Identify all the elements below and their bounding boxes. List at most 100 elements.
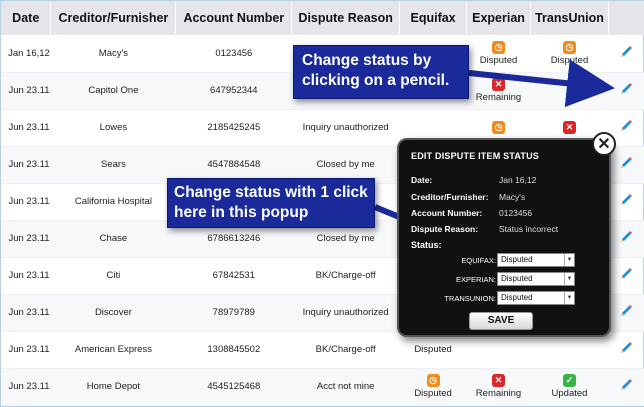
- date-cell: Jun 23.11: [1, 146, 51, 184]
- transunion-label: TRANSUNION:: [444, 294, 496, 303]
- creditor-cell: Citi: [50, 257, 176, 295]
- popup-callout: Change status with 1 click here in this …: [167, 178, 375, 228]
- close-icon[interactable]: ✕: [592, 132, 616, 156]
- experian-status-label: Disputed: [479, 54, 518, 66]
- clock-icon: ◷: [426, 374, 440, 387]
- popup-status-label: Status:: [411, 240, 442, 250]
- edit-cell: [608, 257, 644, 295]
- check-icon: ✓: [562, 374, 576, 387]
- experian-status-label: Remaining: [475, 388, 522, 399]
- experian-status-label: Remaining: [475, 92, 522, 103]
- transunion-cell: ◷ Disputed: [530, 35, 609, 73]
- clock-icon: ◷: [492, 40, 506, 54]
- transunion-status: ◷ Disputed: [550, 40, 589, 66]
- equifax-selected-value: Disputed: [501, 255, 533, 264]
- popup-date-value: Jan 16,12: [499, 175, 537, 185]
- account-number-cell: 78979789: [175, 294, 292, 332]
- popup-account-value: 0123456: [499, 208, 533, 218]
- experian-cell: ✕ Remaining: [466, 72, 531, 110]
- edit-cell: [608, 368, 644, 406]
- edit-cell: [608, 146, 644, 184]
- save-button[interactable]: SAVE: [469, 312, 533, 330]
- equifax-cell: ◷ Disputed: [399, 368, 467, 406]
- pencil-icon[interactable]: [618, 340, 634, 356]
- transunion-status-label: Disputed: [550, 54, 589, 66]
- pencil-icon[interactable]: [618, 118, 634, 134]
- account-number-cell: 4545125468: [175, 368, 292, 406]
- creditor-cell: California Hospital: [50, 183, 176, 221]
- transunion-status: ✕: [562, 121, 576, 134]
- transunion-selected-value: Disputed: [501, 293, 533, 302]
- transunion-status-select[interactable]: Disputed ▼: [497, 291, 575, 305]
- chevron-down-icon: ▼: [564, 292, 574, 304]
- clock-icon: ◷: [492, 121, 506, 134]
- equifax-status-label: Disputed: [414, 344, 452, 355]
- edit-status-popup: EDIT DISPUTE ITEM STATUS ✕ Date: Jan 16,…: [397, 132, 616, 337]
- date-cell: Jun 23.11: [1, 331, 51, 369]
- date-cell: Jan 16,12: [1, 35, 51, 73]
- pencil-icon[interactable]: [618, 155, 634, 171]
- date-cell: Jun 23.11: [1, 257, 51, 295]
- account-number-cell: 1308845502: [175, 331, 292, 369]
- dispute-app-frame: Date Creditor/Furnisher Account Number Disp…: [0, 0, 644, 407]
- date-cell: Jun 23.11: [1, 220, 51, 258]
- edit-cell: [608, 294, 644, 332]
- account-number-cell: 0123456: [175, 35, 292, 73]
- column-header-dispute-reason: Dispute Reason: [291, 1, 401, 35]
- experian-cell: ◷ Disputed: [466, 35, 531, 73]
- experian-status: ✕ Remaining: [476, 78, 521, 103]
- pencil-icon[interactable]: [618, 229, 634, 245]
- experian-status: ◷ Disputed: [479, 40, 518, 66]
- experian-selected-value: Disputed: [501, 274, 533, 283]
- popup-account-label: Account Number:: [411, 208, 483, 218]
- column-header-account-number: Account Number: [175, 1, 293, 35]
- equifax-status-row: EQUIFAX: Disputed ▼: [399, 253, 613, 269]
- popup-creditor-value: Macy's: [499, 192, 526, 202]
- pencil-icon[interactable]: [618, 44, 634, 60]
- equifax-status: ◷ Disputed: [414, 374, 452, 399]
- clock-icon: ◷: [562, 40, 576, 54]
- experian-status-select[interactable]: Disputed ▼: [497, 272, 575, 286]
- creditor-cell: Sears: [50, 146, 176, 184]
- creditor-cell: Macy's: [50, 35, 176, 73]
- experian-status: ◷: [492, 121, 506, 134]
- dispute-reason-cell: Inquiry unauthorized: [291, 294, 400, 332]
- popup-reason-label: Dispute Reason:: [411, 224, 479, 234]
- popup-creditor-label: Creditor/Furnisher:: [411, 192, 489, 202]
- dispute-reason-cell: BK/Charge-off: [291, 331, 400, 369]
- equifax-status-select[interactable]: Disputed ▼: [497, 253, 575, 267]
- column-header-creditor-furnisher: Creditor/Furnisher: [50, 1, 177, 35]
- date-cell: Jun 23.11: [1, 183, 51, 221]
- table-header-row: Date Creditor/Furnisher Account Number Disp…: [1, 1, 644, 35]
- equifax-status-label: Disputed: [414, 388, 452, 399]
- equifax-label: EQUIFAX:: [461, 256, 496, 265]
- equifax-status: Disputed: [414, 344, 452, 355]
- creditor-cell: American Express: [50, 331, 176, 369]
- column-header-date: Date: [1, 1, 52, 35]
- x-icon: ✕: [562, 121, 576, 134]
- creditor-cell: Home Depot: [50, 368, 176, 406]
- transunion-status: ✓ Updated: [551, 374, 588, 399]
- dispute-reason-cell: BK/Charge-off: [291, 257, 400, 295]
- account-number-cell: 2185425245: [175, 109, 292, 147]
- creditor-cell: Chase: [50, 220, 176, 258]
- x-icon: ✕: [492, 374, 505, 387]
- pencil-icon[interactable]: [618, 81, 634, 97]
- column-header-equifax: Equifax: [399, 1, 468, 35]
- pencil-icon[interactable]: [618, 377, 634, 393]
- pencil-icon[interactable]: [618, 303, 634, 319]
- chevron-down-icon: ▼: [564, 254, 574, 266]
- column-header-transunion: TransUnion: [530, 1, 609, 35]
- date-cell: Jun 23.11: [1, 109, 51, 147]
- pencil-icon[interactable]: [618, 192, 634, 208]
- creditor-cell: Discover: [50, 294, 176, 332]
- creditor-cell: Capitol One: [50, 72, 176, 110]
- column-header-edit: [608, 1, 644, 35]
- pencil-icon[interactable]: [618, 266, 634, 282]
- column-header-experian: Experian: [466, 1, 531, 35]
- transunion-status-label: Updated: [551, 388, 588, 399]
- transunion-cell: [530, 72, 609, 110]
- creditor-cell: Lowes: [50, 109, 176, 147]
- table-row: Jun 23.11 Home Depot 4545125468 Acct not mi…: [1, 368, 644, 406]
- dispute-reason-cell: Acct not mine: [291, 368, 400, 406]
